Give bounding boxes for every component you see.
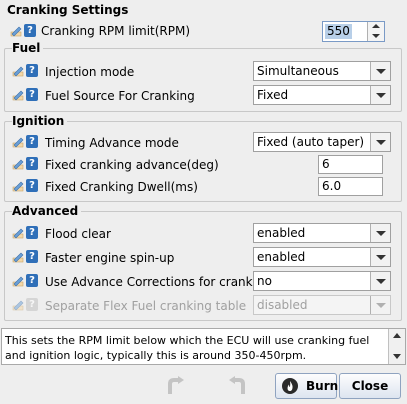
edit-pencil-icon[interactable] [12, 275, 24, 287]
fixed-advance-field[interactable]: 6 [318, 155, 383, 174]
advance-corrections-label: Use Advance Corrections for cranking [45, 275, 272, 289]
rpm-limit-spinner[interactable]: 550 [322, 21, 385, 42]
dwell-icons: ? [12, 179, 38, 193]
fuel-source-label: Fuel Source For Cranking [45, 89, 195, 103]
faster-spinup-value: enabled [257, 250, 306, 264]
advance-corrections-icons: ? [12, 274, 38, 288]
flex-table-label: Separate Flex Fuel cranking table [45, 299, 247, 313]
undo-icon [168, 376, 184, 394]
rpm-limit-value[interactable]: 550 [325, 24, 352, 39]
faster-spinup-label: Faster engine spin-up [45, 251, 175, 265]
advance-corrections-value: no [257, 274, 272, 288]
help-icon[interactable]: ? [26, 135, 38, 148]
timing-mode-value: Fixed (auto taper) [257, 135, 365, 149]
burn-label: Burn [306, 379, 339, 393]
injection-mode-value: Simultaneous [257, 64, 339, 78]
help-icon[interactable]: ? [26, 157, 38, 170]
fuel-source-icons: ? [12, 88, 38, 102]
help-icon[interactable]: ? [26, 64, 38, 77]
fixed-advance-label: Fixed cranking advance(deg) [45, 158, 219, 172]
ignition-group-title: Ignition [12, 114, 68, 128]
fixed-advance-icons: ? [12, 157, 38, 171]
close-button[interactable]: Close [339, 373, 401, 399]
edit-pencil-icon[interactable] [12, 227, 24, 239]
help-scrollbar[interactable] [388, 329, 405, 364]
chevron-down-icon[interactable] [370, 248, 390, 266]
edit-pencil-icon[interactable] [12, 251, 24, 263]
edit-pencil-icon [12, 300, 24, 311]
help-icon[interactable]: ? [26, 250, 38, 263]
close-label: Close [351, 379, 389, 393]
edit-pencil-icon[interactable] [12, 180, 24, 192]
edit-pencil-icon[interactable] [10, 25, 22, 37]
scroll-up-arrow-icon[interactable] [393, 333, 401, 338]
flame-icon [282, 378, 298, 394]
flex-table-select: disabled [253, 295, 391, 315]
timing-mode-select[interactable]: Fixed (auto taper) [253, 132, 391, 152]
flood-clear-select[interactable]: enabled [253, 223, 391, 243]
timing-mode-label: Timing Advance mode [45, 136, 179, 150]
edit-pencil-icon[interactable] [12, 136, 24, 148]
fuel-source-select[interactable]: Fixed [253, 85, 391, 105]
edit-pencil-icon[interactable] [12, 89, 24, 101]
timing-mode-icons: ? [12, 135, 38, 149]
chevron-down-icon[interactable] [370, 133, 390, 151]
flood-clear-label: Flood clear [45, 227, 111, 241]
faster-spinup-select[interactable]: enabled [253, 247, 391, 267]
chevron-down-icon [370, 296, 390, 314]
flex-table-value: disabled [257, 298, 308, 312]
chevron-down-icon[interactable] [370, 224, 390, 242]
advance-corrections-select[interactable]: no [253, 271, 391, 291]
help-icon[interactable]: ? [26, 226, 38, 239]
chevron-down-icon[interactable] [370, 62, 390, 80]
fuel-source-value: Fixed [257, 88, 289, 102]
help-text-area[interactable]: This sets the RPM limit below which the … [1, 328, 406, 365]
injection-mode-icons: ? [12, 64, 38, 78]
burn-button[interactable]: Burn [275, 373, 339, 399]
flood-clear-icons: ? [12, 226, 38, 240]
help-icon[interactable]: ? [26, 88, 38, 101]
help-icon: ? [26, 298, 38, 311]
advanced-group-title: Advanced [12, 204, 82, 218]
edit-pencil-icon[interactable] [12, 65, 24, 77]
flex-table-icons: ? [12, 298, 38, 312]
dwell-label: Fixed Cranking Dwell(ms) [45, 180, 198, 194]
cranking-settings-title: Cranking Settings [7, 3, 129, 17]
rpm-limit-label: Cranking RPM limit(RPM) [41, 24, 191, 38]
injection-mode-select[interactable]: Simultaneous [253, 61, 391, 81]
help-icon[interactable]: ? [26, 274, 38, 287]
edit-pencil-icon[interactable] [12, 158, 24, 170]
help-icon[interactable]: ? [26, 179, 38, 192]
fuel-group-title: Fuel [12, 41, 44, 55]
chevron-down-icon[interactable] [370, 86, 390, 104]
flood-clear-value: enabled [257, 226, 306, 240]
spinner-buttons[interactable] [367, 22, 384, 41]
dwell-field[interactable]: 6.0 [318, 177, 383, 196]
redo-icon [229, 376, 245, 394]
help-icon[interactable]: ? [24, 24, 36, 37]
spinner-up-arrow-icon[interactable] [372, 24, 380, 28]
spinner-down-arrow-icon[interactable] [372, 34, 380, 38]
help-text: This sets the RPM limit below which the … [5, 334, 370, 362]
scroll-down-arrow-icon[interactable] [393, 354, 401, 359]
chevron-down-icon[interactable] [370, 272, 390, 290]
faster-spinup-icons: ? [12, 250, 38, 264]
injection-mode-label: Injection mode [45, 65, 135, 79]
rpm-limit-icons: ? [10, 24, 36, 38]
